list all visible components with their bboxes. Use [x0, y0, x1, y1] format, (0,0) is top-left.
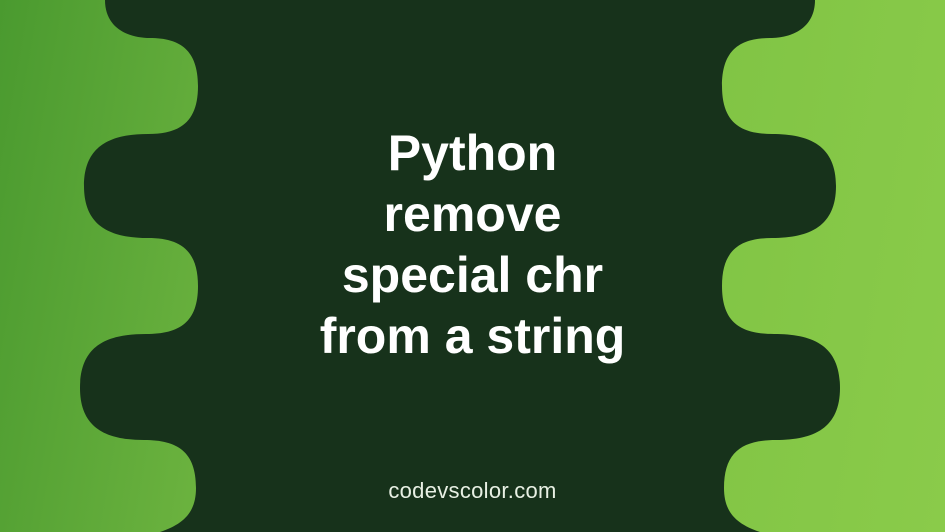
banner-credit: codevscolor.com: [388, 478, 556, 504]
banner-canvas: Python remove special chr from a string …: [0, 0, 945, 532]
banner-title: Python remove special chr from a string: [320, 123, 626, 367]
